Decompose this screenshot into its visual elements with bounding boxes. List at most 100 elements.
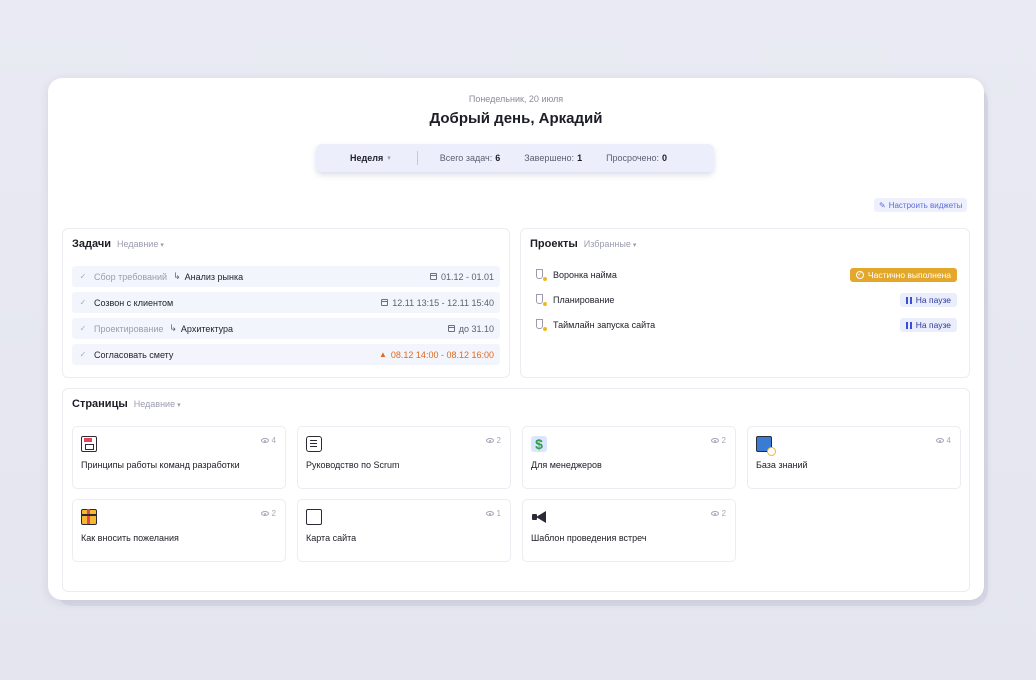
calendar-icon [447,325,455,332]
gift-icon [81,509,97,525]
dashboard-card: Понедельник, 20 июля Добрый день, Аркади… [48,78,984,600]
project-row[interactable]: Таймлайн запуска сайта На паузе [535,317,957,333]
task-date-text: 01.12 - 01.01 [440,271,494,282]
eye-icon [710,511,719,516]
views-count: 2 [710,509,726,518]
page-title: Для менеджеров [531,460,602,470]
views-value: 2 [721,509,726,518]
project-icon [535,269,548,282]
stats-bar: Неделя ▾ Всего задач: 6 Завершено: 1 Проср… [316,144,714,172]
project-icon [535,319,548,332]
tasks-filter[interactable]: Недавние ▾ [117,239,164,249]
task-name: Согласовать смету [94,349,174,360]
project-name: Таймлайн запуска сайта [553,320,656,330]
page-title: Карта сайта [306,533,357,543]
period-select[interactable]: Неделя ▾ [350,153,391,163]
project-icon [535,294,548,307]
check-icon[interactable]: ✓ [75,350,91,359]
page-title: Руководство по Scrum [306,460,400,470]
views-value: 2 [496,436,501,445]
views-value: 2 [721,436,726,445]
check-icon[interactable]: ✓ [75,272,91,281]
status-badge: На паузе [899,293,957,307]
page-title: Как вносить пожелания [81,533,179,543]
task-row[interactable]: ✓ Созвон с клиентом 12.11 13:15 - 12.11 15… [72,292,500,313]
chevron-down-icon: ▾ [387,155,391,162]
project-name: Воронка найма [553,270,617,280]
views-count: 1 [485,509,501,518]
task-row[interactable]: ✓ Проектирование ↳ Архитектура до 31.10 [72,318,500,339]
megaphone-icon [531,509,547,525]
customize-widgets-button[interactable]: ✎ Настроить виджеты [874,198,968,212]
pages-widget: Страницы Недавние ▾ 4 Принципы работы кома… [62,388,970,592]
project-name: Планирование [553,295,615,305]
pencil-icon: ✎ [879,200,886,210]
star-badge-icon [542,276,548,282]
task-row[interactable]: ✓ Сбор требований ↳ Анализ рынка 01.12 - 01.… [72,266,500,287]
page-card[interactable]: 2 Как вносить пожелания [72,499,286,562]
views-count: 2 [485,436,501,445]
calendar-icon [381,299,389,306]
projects-filter[interactable]: Избранные ▾ [584,239,637,249]
project-row[interactable]: Планирование На паузе [535,292,957,308]
views-value: 2 [271,509,276,518]
task-dates: 12.11 13:15 - 12.11 15:40 [381,298,494,308]
views-count: 2 [260,509,276,518]
task-dates: 01.12 - 01.01 [429,271,494,282]
task-parent-name: Проектирование [94,323,164,334]
eye-icon [260,438,269,443]
dollar-icon: $ [531,436,547,452]
eye-icon [710,438,719,443]
pause-icon [905,321,912,329]
greeting-title: Добрый день, Аркадий [429,110,603,127]
project-row[interactable]: Воронка найма ✓ Частично выполнена [535,267,957,283]
task-row[interactable]: ✓ Согласовать смету ▲ 08.12 14:00 - 08.12 1… [72,344,500,365]
task-name: Созвон с клиентом [94,297,174,308]
check-icon[interactable]: ✓ [75,298,91,307]
status-badge: ✓ Частично выполнена [849,268,957,282]
status-text: На паузе [915,295,951,305]
page-card[interactable]: 4 База знаний [747,426,961,489]
page-card[interactable]: $2 Для менеджеров [522,426,736,489]
eye-icon [935,438,944,443]
page-card[interactable]: 2 Шаблон проведения встреч [522,499,736,562]
task-date-text: 08.12 14:00 - 08.12 16:00 [390,349,494,360]
pause-icon [905,296,912,304]
tasks-title: Задачи [72,238,111,250]
frame-icon [306,509,322,525]
period-label: Неделя [350,153,384,163]
page-title: Принципы работы команд разработки [81,460,240,470]
task-dates: до 31.10 [447,324,494,334]
page-card[interactable]: 1 Карта сайта [297,499,511,562]
page-card[interactable]: 2 Руководство по Scrum [297,426,511,489]
projects-widget: Проекты Избранные ▾ Воронка найма ✓ Частичн… [520,228,970,378]
eye-icon [260,511,269,516]
check-circle-icon: ✓ [855,271,864,279]
pages-title: Страницы [72,398,128,410]
floppy-disk-icon [81,436,97,452]
views-value: 4 [271,436,276,445]
views-count: 2 [710,436,726,445]
chevron-down-icon: ▾ [177,402,181,409]
pages-filter[interactable]: Недавние ▾ [134,399,181,409]
divider [416,151,418,165]
stat-total: Всего задач: 6 [439,153,501,163]
star-badge-icon [542,301,548,307]
scroll-icon [306,436,322,452]
task-date-text: 12.11 13:15 - 12.11 15:40 [392,297,494,308]
page-card[interactable]: 4 Принципы работы команд разработки [72,426,286,489]
status-badge: На паузе [899,318,957,332]
status-text: Частично выполнена [867,270,951,280]
book-icon [756,436,776,456]
page-title: База знаний [756,460,808,470]
chevron-down-icon: ▾ [160,242,164,249]
task-dates: ▲ 08.12 14:00 - 08.12 16:00 [379,350,494,360]
check-icon[interactable]: ✓ [75,324,91,333]
chevron-down-icon: ▾ [632,242,637,249]
eye-icon [485,511,494,516]
page-title: Шаблон проведения встреч [531,533,647,543]
views-value: 4 [946,436,951,445]
star-badge-icon [542,326,548,332]
fire-icon: ▲ [378,350,387,359]
projects-title: Проекты [530,238,578,250]
